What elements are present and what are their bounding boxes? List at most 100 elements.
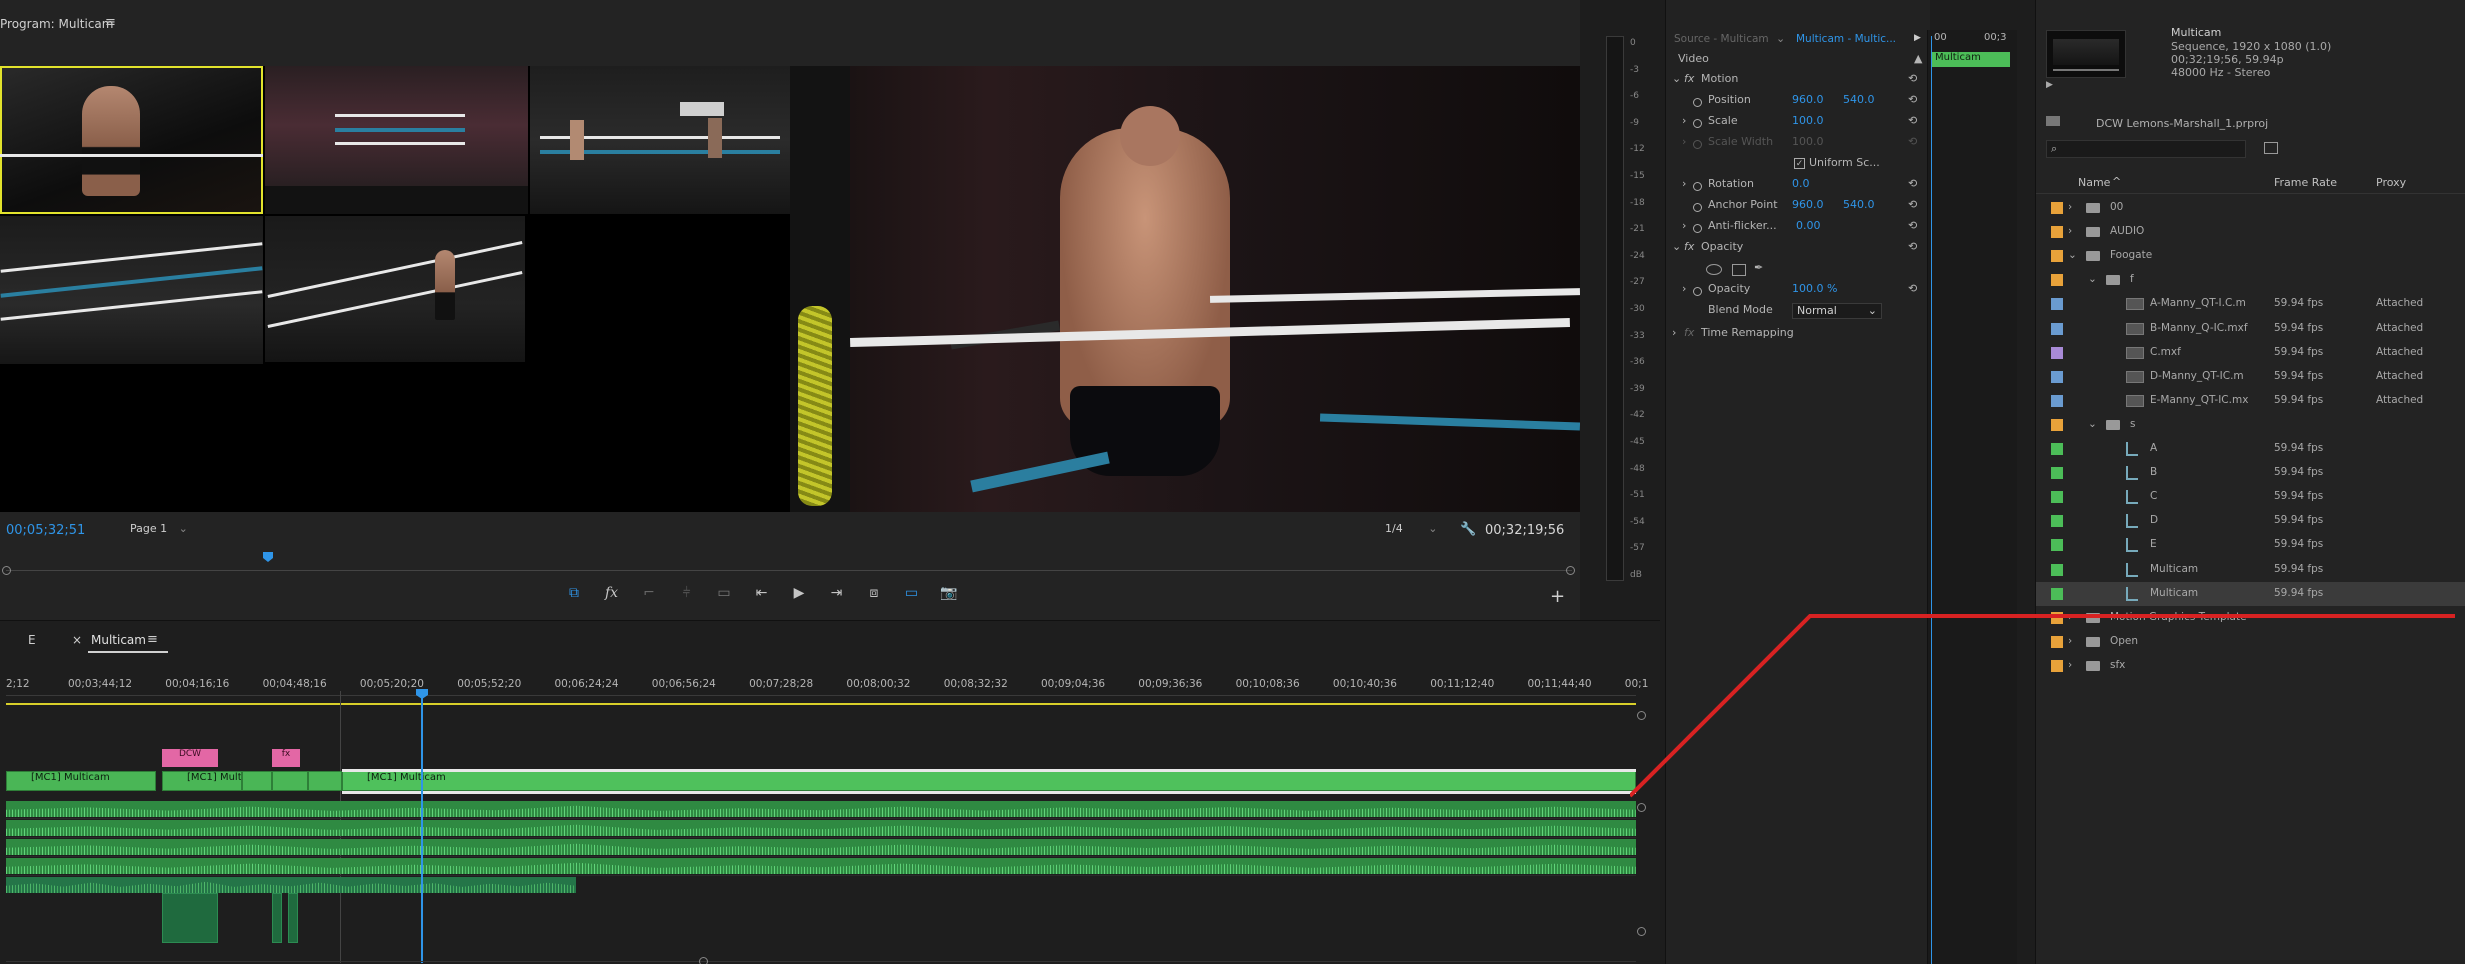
scrub-end-handle[interactable] (1566, 566, 1575, 575)
graphic-clip[interactable]: DCW (162, 749, 218, 767)
sort-ascending-icon[interactable]: ^ (2112, 175, 2121, 188)
expand-arrow-icon[interactable]: ⌄ (2088, 418, 2097, 430)
settings-wrench-icon[interactable]: 🔧 (1460, 522, 1476, 537)
panel-menu-icon[interactable]: ≡ (105, 15, 116, 30)
position-y-value[interactable]: 540.0 (1843, 93, 1875, 106)
program-monitor-title[interactable]: Program: Multicam (0, 17, 113, 31)
multicam-angle-5[interactable] (265, 216, 525, 362)
multicam-angle-4[interactable] (0, 216, 263, 364)
project-item-row[interactable]: C.mxf 59.94 fps Attached (2036, 341, 2465, 365)
new-bin-icon[interactable] (2264, 142, 2278, 154)
antiflicker-value[interactable]: 0.00 (1796, 219, 1821, 232)
reset-icon[interactable]: ⟲ (1908, 240, 1917, 253)
audio-track-a5[interactable] (6, 877, 576, 893)
anchor-y-value[interactable]: 540.0 (1843, 198, 1875, 211)
timeline-playhead[interactable] (421, 691, 423, 963)
sequence-thumbnail[interactable] (2046, 30, 2126, 78)
add-button-icon[interactable]: + (1550, 586, 1565, 607)
step-back-icon[interactable]: ⇤ (748, 585, 776, 601)
position-x-value[interactable]: 960.0 (1792, 93, 1824, 106)
audio-track-a4[interactable] (6, 858, 1636, 874)
scrub-start-handle[interactable] (2, 566, 11, 575)
multicam-clip[interactable]: [MC1] Multicam (6, 771, 156, 791)
multicam-clip[interactable] (308, 771, 342, 791)
insert-icon[interactable]: ⧈ (860, 585, 888, 601)
label-color-swatch[interactable] (2051, 418, 2063, 431)
stopwatch-icon[interactable] (1693, 287, 1702, 296)
label-color-swatch[interactable] (2051, 443, 2063, 455)
audio-clip[interactable] (288, 893, 298, 943)
project-item-row[interactable]: D 59.94 fps (2036, 509, 2465, 533)
ellipse-mask-icon[interactable] (1706, 264, 1722, 275)
ec-clip-bar[interactable]: Multicam (1932, 52, 2010, 67)
uniform-scale-checkbox[interactable]: ✓ (1794, 158, 1805, 169)
playhead-timecode[interactable]: 00;05;32;51 (6, 523, 85, 538)
column-frame-rate[interactable]: Frame Rate (2274, 176, 2337, 189)
label-color-swatch[interactable] (2051, 274, 2063, 287)
project-item-row[interactable]: D-Manny_QT-IC.m 59.94 fps Attached (2036, 365, 2465, 389)
audio-track-a3[interactable] (6, 839, 1636, 855)
multicam-icon[interactable]: ⧉ (560, 585, 588, 601)
effect-controls-timeline[interactable]: 00 00;3 Multicam (1927, 30, 2017, 964)
lift-icon[interactable]: ⌐ (635, 585, 663, 601)
resolution-select-dropdown[interactable]: 1/4 ⌄ (1385, 522, 1437, 535)
column-proxy[interactable]: Proxy (2376, 176, 2406, 189)
timeline-scrollbar[interactable] (6, 961, 1636, 962)
overwrite-icon[interactable]: ▭ (898, 585, 926, 601)
audio-track-a1[interactable] (6, 801, 1636, 817)
reset-icon[interactable]: ⟲ (1908, 198, 1917, 211)
project-item-row[interactable]: E-Manny_QT-IC.mx 59.94 fps Attached (2036, 389, 2465, 413)
label-color-swatch[interactable] (2051, 587, 2063, 600)
extract-icon[interactable]: ⫩ (673, 585, 701, 601)
timeline-tab-e[interactable]: E (28, 633, 36, 647)
scale-value[interactable]: 100.0 (1792, 114, 1824, 127)
label-color-swatch[interactable] (2051, 491, 2063, 504)
close-icon[interactable]: × (72, 633, 82, 647)
label-color-swatch[interactable] (2051, 467, 2063, 480)
anchor-x-value[interactable]: 960.0 (1792, 198, 1824, 211)
label-color-swatch[interactable] (2051, 226, 2063, 239)
reset-icon[interactable]: ⟲ (1908, 177, 1917, 190)
project-item-row[interactable]: B-Manny_Q-IC.mxf 59.94 fps Attached (2036, 317, 2465, 341)
work-area-bar[interactable] (6, 703, 1636, 705)
source-tab[interactable]: Source - Multicam (1674, 33, 1769, 45)
rectangle-mask-icon[interactable] (1732, 264, 1746, 276)
opacity-value[interactable]: 100.0 % (1792, 282, 1837, 295)
project-item-row[interactable]: C 59.94 fps (2036, 485, 2465, 509)
fx-icon[interactable]: fx (598, 585, 626, 601)
multicam-clip[interactable] (272, 771, 308, 791)
label-color-swatch[interactable] (2051, 250, 2063, 263)
reset-icon[interactable]: ⟲ (1908, 114, 1917, 127)
multicam-clip[interactable]: [MC1] Mult (162, 771, 242, 791)
step-forward-icon[interactable]: ⇥ (823, 585, 851, 601)
stopwatch-icon[interactable] (1693, 182, 1702, 191)
reset-icon[interactable]: ⟲ (1908, 72, 1917, 85)
reset-icon[interactable]: ⟲ (1908, 93, 1917, 106)
stopwatch-icon[interactable] (1693, 119, 1702, 128)
panel-menu-icon[interactable]: ≡ (147, 632, 158, 647)
program-playhead-marker[interactable] (263, 552, 273, 562)
project-item-row[interactable]: A 59.94 fps (2036, 437, 2465, 461)
expand-arrow-icon[interactable]: ⌄ (2068, 249, 2077, 261)
audio-clip[interactable] (162, 893, 218, 943)
expand-arrow-icon[interactable]: ⌄ (2088, 273, 2097, 285)
reset-icon[interactable]: ⟲ (1908, 282, 1917, 295)
play-icon[interactable]: ▶ (2046, 80, 2053, 90)
expand-arrow-icon[interactable]: › (2068, 225, 2072, 237)
project-item-row[interactable]: B 59.94 fps (2036, 461, 2465, 485)
multicam-clip[interactable]: [MC1] Multicam (342, 771, 1636, 791)
expand-arrow-icon[interactable]: › (2068, 201, 2072, 213)
label-color-swatch[interactable] (2051, 202, 2063, 214)
play-icon[interactable]: ▶ (785, 585, 813, 601)
stopwatch-icon[interactable] (1693, 203, 1702, 212)
project-bin-row[interactable]: › 00 (2036, 196, 2465, 220)
chevron-down-icon[interactable]: ⌄ (1776, 32, 1785, 45)
stopwatch-icon[interactable] (1693, 98, 1702, 107)
vertical-zoom-handle[interactable] (1637, 927, 1646, 936)
blend-mode-select[interactable]: Normal ⌄ (1792, 303, 1882, 319)
project-bin-row[interactable]: › AUDIO (2036, 220, 2465, 244)
ec-playhead[interactable] (1931, 36, 1932, 964)
project-item-row[interactable]: E 59.94 fps (2036, 533, 2465, 557)
page-select-dropdown[interactable]: Page 1 ⌄ (130, 522, 188, 535)
pen-mask-icon[interactable]: ✒ (1754, 261, 1763, 274)
